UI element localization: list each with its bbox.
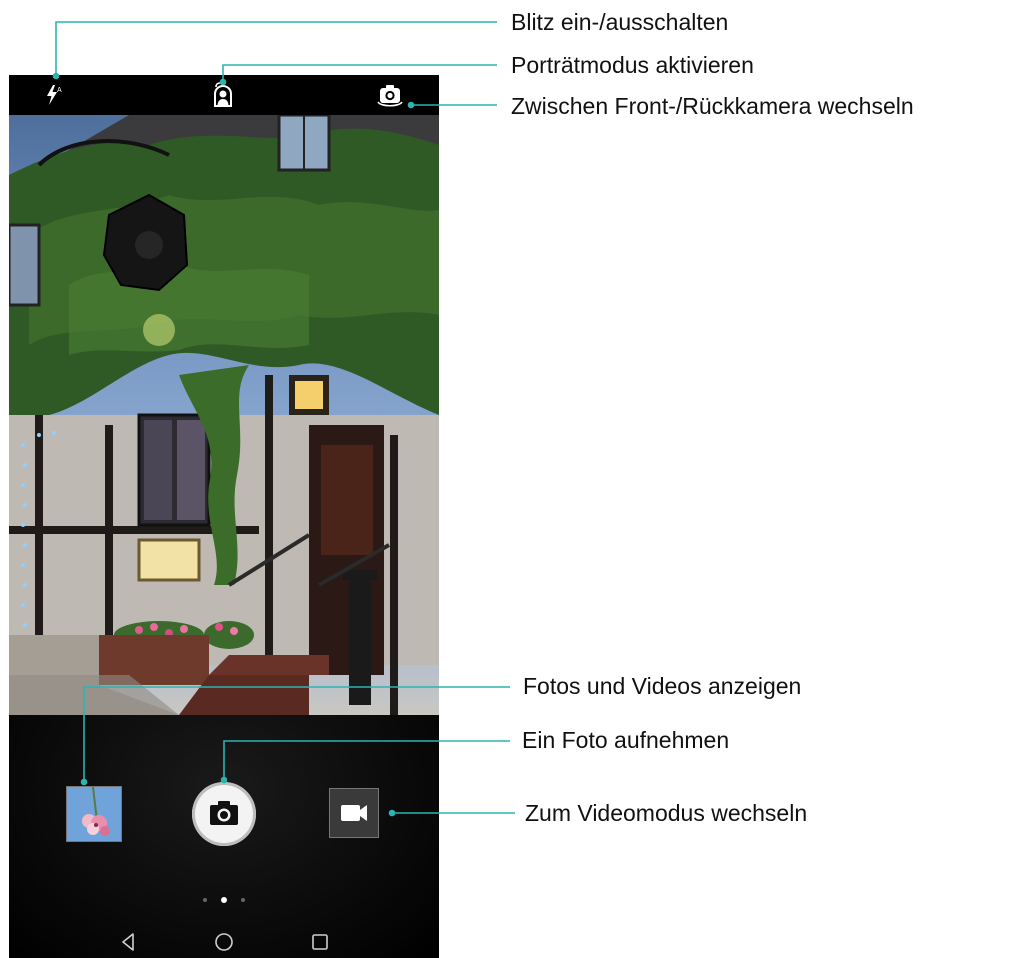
callout-video-mode-label: Zum Videomodus wechseln xyxy=(525,800,808,826)
callout-line-flash xyxy=(55,21,497,76)
camera-controls xyxy=(9,715,439,958)
nav-recent-icon[interactable] xyxy=(307,929,333,955)
callout-gallery-label: Fotos und Videos anzeigen xyxy=(523,673,802,699)
nav-back-icon[interactable] xyxy=(115,929,141,955)
nav-home-icon[interactable] xyxy=(211,929,237,955)
pager-dot[interactable] xyxy=(203,898,207,902)
camera-viewfinder[interactable] xyxy=(9,115,439,715)
callout-portrait-label: Porträtmodus aktivieren xyxy=(511,52,754,78)
mode-pager-dots xyxy=(199,895,249,905)
svg-text:A: A xyxy=(57,87,62,94)
portrait-mode-icon[interactable] xyxy=(208,81,238,109)
callout-switch-camera-label: Zwischen Front-/Rückkamera wechseln xyxy=(511,93,914,119)
gallery-thumbnail[interactable] xyxy=(66,786,122,842)
viewfinder-scene-image xyxy=(9,115,439,715)
thumbnail-flower-image xyxy=(67,787,121,841)
callout-flash-label: Blitz ein-/ausschalten xyxy=(511,9,729,35)
switch-camera-icon[interactable] xyxy=(375,81,405,109)
pager-dot[interactable] xyxy=(241,898,245,902)
video-mode-button[interactable] xyxy=(329,788,379,838)
phone-screen: A xyxy=(9,75,439,958)
pager-dot-active[interactable] xyxy=(221,897,227,903)
camera-top-bar: A xyxy=(9,75,439,115)
callout-take-photo-label: Ein Foto aufnehmen xyxy=(522,727,730,753)
flash-auto-icon[interactable]: A xyxy=(39,81,69,109)
video-camera-icon xyxy=(341,805,367,821)
shutter-button[interactable] xyxy=(192,782,256,846)
android-nav-bar xyxy=(9,925,439,958)
camera-icon xyxy=(210,801,238,825)
